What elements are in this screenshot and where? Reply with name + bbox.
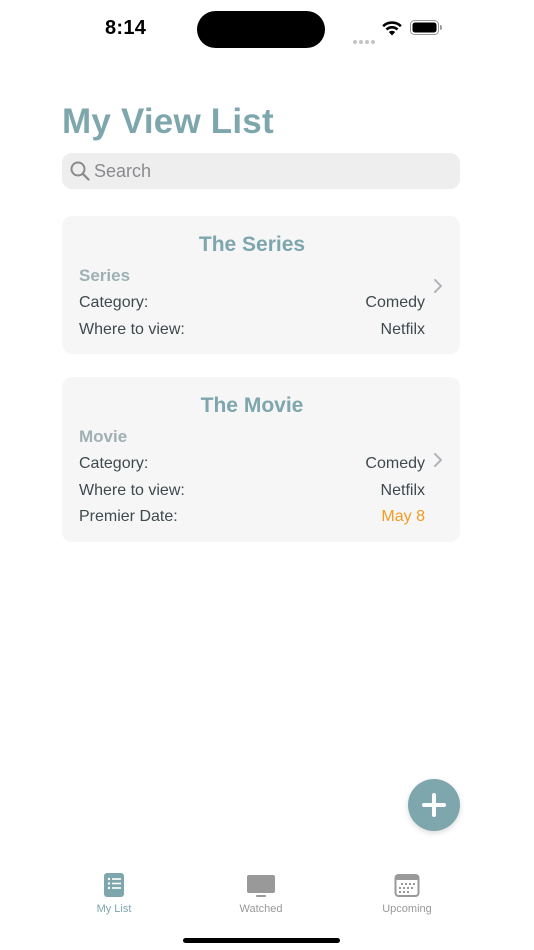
dynamic-island [197,11,325,48]
category-value: Comedy [365,294,425,311]
where-to-view-label: Where to view: [79,482,185,499]
tv-icon [247,875,275,897]
where-to-view-row: Where to view: Netfilx [79,321,425,343]
item-type: Series [79,266,131,285]
status-bar: 8:14 [0,0,534,56]
category-label: Category: [79,455,149,472]
category-label: Category: [79,294,149,311]
category-value: Comedy [365,455,425,472]
list-item-series-card[interactable]: The Series Series Category: Comedy Where… [62,216,460,354]
status-time: 8:14 [105,17,147,39]
item-title: The Series [198,233,306,256]
chevron-right-icon [434,453,442,467]
search-bar[interactable] [62,153,460,189]
premier-date-label: Premier Date: [79,508,178,525]
wifi-icon [382,21,402,36]
calendar-icon [394,874,420,897]
cellular-signal-icon [353,31,377,44]
page-title: My View List [62,102,274,141]
item-type: Movie [79,427,128,446]
list-icon [104,873,124,897]
category-row: Category: Comedy [79,455,425,477]
tab-label: My List [96,903,132,915]
tab-watched[interactable]: Watched [201,860,321,920]
plus-icon [422,793,446,817]
tab-bar: My List Watched Upcoming [0,860,534,950]
chevron-right-icon [434,279,442,293]
search-input[interactable] [94,153,444,189]
home-indicator [183,938,340,943]
where-to-view-value: Netfilx [380,482,425,499]
tab-label: Upcoming [382,903,432,915]
tab-my-list[interactable]: My List [54,860,174,920]
premier-date-row: Premier Date: May 8 [79,508,425,530]
tab-label: Watched [239,903,283,915]
category-row: Category: Comedy [79,294,425,316]
battery-icon [410,20,442,35]
tab-upcoming[interactable]: Upcoming [347,860,467,920]
where-to-view-label: Where to view: [79,321,185,338]
add-item-button[interactable] [408,779,460,831]
item-title: The Movie [200,394,304,417]
search-icon [70,161,90,181]
list-item-movie-card[interactable]: The Movie Movie Category: Comedy Where t… [62,377,460,542]
where-to-view-value: Netfilx [380,321,425,338]
premier-date-value: May 8 [381,508,425,525]
where-to-view-row: Where to view: Netfilx [79,482,425,504]
